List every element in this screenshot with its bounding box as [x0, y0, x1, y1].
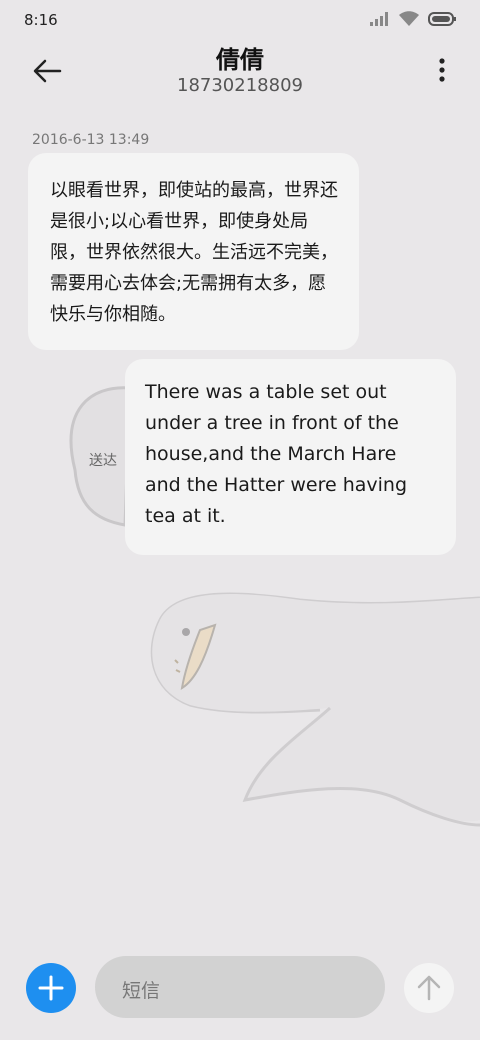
- status-time: 8:16: [24, 11, 58, 29]
- send-button[interactable]: [404, 963, 454, 1013]
- battery-icon: [428, 12, 456, 26]
- conversation-header: 倩倩 18730218809: [0, 40, 480, 104]
- message-input[interactable]: 短信: [95, 956, 385, 1018]
- arrow-up-icon: [417, 975, 441, 1001]
- incoming-message-text: 以眼看世界，即使站的最高，世界还是很小;以心看世界，即使身处局限，世界依然很大。…: [50, 180, 338, 325]
- phone-number: 18730218809: [177, 75, 303, 96]
- outgoing-message-text: There was a table set out under a tree i…: [145, 381, 408, 527]
- more-vertical-icon[interactable]: [438, 58, 446, 82]
- status-icons: [370, 11, 456, 27]
- wifi-icon: [399, 11, 419, 26]
- outgoing-message-bubble[interactable]: There was a table set out under a tree i…: [125, 359, 456, 555]
- message-timestamp: 2016-6-13 13:49: [32, 132, 150, 148]
- contact-name: 倩倩: [216, 46, 264, 74]
- delivery-status: 送达: [89, 453, 117, 469]
- status-bar: 8:16: [0, 0, 480, 40]
- plus-icon: [38, 975, 64, 1001]
- add-attachment-button[interactable]: [26, 963, 76, 1013]
- incoming-message-bubble[interactable]: 以眼看世界，即使站的最高，世界还是很小;以心看世界，即使身处局限，世界依然很大。…: [28, 153, 359, 350]
- message-composer: 短信: [0, 952, 480, 1024]
- cellular-signal-icon: [370, 12, 388, 26]
- message-input-placeholder: 短信: [122, 980, 161, 1002]
